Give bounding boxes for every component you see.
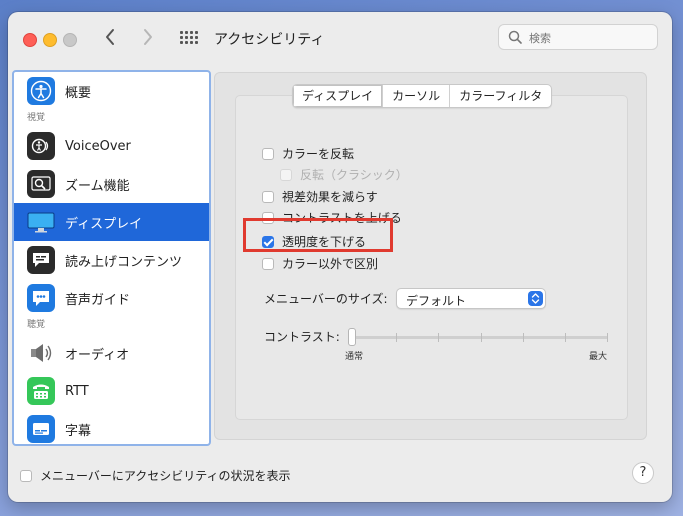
classic-invert-option: 反転（クラシック）	[280, 166, 408, 183]
spoken-content-icon	[27, 246, 55, 274]
voiceover-icon	[27, 132, 55, 160]
section-header-hearing: 聴覚	[27, 320, 46, 330]
chevron-right-icon	[144, 29, 152, 45]
sidebar-item-display[interactable]: ディスプレイ	[14, 203, 209, 241]
show-status-label: メニューバーにアクセシビリティの状況を表示	[40, 469, 291, 483]
titlebar: アクセシビリティ	[8, 12, 672, 64]
accessibility-icon	[27, 77, 55, 105]
sidebar-item-label: VoiceOver	[65, 138, 131, 154]
reduce-motion-label: 視差効果を減らす	[282, 190, 378, 204]
slider-tick	[607, 333, 608, 342]
descriptions-icon	[27, 284, 55, 312]
sidebar-item-label: 読み上げコンテンツ	[65, 254, 183, 270]
slider-tick	[565, 333, 566, 342]
contrast-slider-knob[interactable]	[348, 328, 356, 346]
minimize-button[interactable]	[43, 33, 57, 47]
sidebar-item-label: オーディオ	[65, 347, 130, 363]
search-field[interactable]	[498, 24, 658, 50]
menu-bar-size-select[interactable]: デフォルト	[396, 288, 546, 309]
sidebar: 概要 視覚 VoiceOver ズーム機能 ディスプレイ 読み上げコンテンツ 音…	[12, 70, 211, 446]
invert-colors-label: カラーを反転	[282, 147, 355, 161]
speaker-icon	[27, 339, 55, 367]
sidebar-item-general[interactable]: 概要	[14, 72, 209, 110]
invert-colors-checkbox[interactable]	[262, 147, 274, 160]
search-input[interactable]	[527, 29, 651, 47]
captions-icon	[27, 415, 55, 443]
menu-bar-size-value: デフォルト	[406, 294, 467, 308]
segmented-tabs: ディスプレイ カーソル カラーフィルタ	[292, 84, 553, 108]
slider-tick	[396, 333, 397, 342]
sidebar-item-rtt[interactable]: RTT	[14, 372, 209, 410]
differentiate-without-color-checkbox[interactable]	[262, 257, 274, 270]
slider-tick	[523, 333, 524, 342]
sidebar-item-label: 音声ガイド	[65, 292, 131, 308]
forward-button[interactable]	[142, 28, 154, 49]
sidebar-item-label: ディスプレイ	[65, 216, 143, 232]
tab-cursor[interactable]: カーソル	[382, 85, 449, 107]
back-button[interactable]	[104, 28, 116, 49]
show-all-grid-icon[interactable]	[180, 31, 198, 45]
sidebar-item-descriptions[interactable]: 音声ガイド	[14, 279, 209, 317]
section-header-vision: 視覚	[27, 113, 46, 123]
display-icon	[27, 208, 55, 236]
invert-colors-option[interactable]: カラーを反転	[262, 145, 354, 162]
show-status-checkbox[interactable]	[20, 469, 32, 482]
updown-arrows-icon	[528, 291, 543, 306]
slider-tick	[481, 333, 482, 342]
sidebar-item-label: 概要	[65, 85, 92, 101]
search-icon	[508, 30, 522, 44]
sidebar-item-label: 字幕	[65, 423, 92, 439]
sidebar-item-zoom[interactable]: ズーム機能	[14, 165, 209, 203]
chevron-left-icon	[106, 29, 114, 45]
classic-invert-label: 反転（クラシック）	[300, 168, 408, 182]
classic-invert-checkbox	[280, 168, 292, 181]
reduce-motion-checkbox[interactable]	[262, 190, 274, 203]
differentiate-without-color-option[interactable]: カラー以外で区別	[262, 255, 378, 272]
sidebar-item-audio[interactable]: オーディオ	[14, 334, 209, 372]
annotation-highlight-box	[243, 218, 393, 252]
sidebar-item-voiceover[interactable]: VoiceOver	[14, 127, 209, 165]
sidebar-item-spoken-content[interactable]: 読み上げコンテンツ	[14, 241, 209, 279]
help-button[interactable]: ?	[632, 462, 654, 484]
sidebar-item-label: ズーム機能	[65, 178, 130, 194]
sidebar-item-captions[interactable]: 字幕	[14, 410, 209, 444]
tab-display[interactable]: ディスプレイ	[293, 85, 383, 107]
close-button[interactable]	[23, 33, 37, 47]
sidebar-item-label: RTT	[65, 383, 89, 399]
zoom-button[interactable]	[63, 33, 77, 47]
differentiate-without-color-label: カラー以外で区別	[282, 257, 379, 271]
rtt-icon	[27, 377, 55, 405]
contrast-max-label: 最大	[589, 352, 608, 362]
tab-color-filters[interactable]: カラーフィルタ	[449, 85, 551, 107]
zoom-icon	[27, 170, 55, 198]
window-title: アクセシビリティ	[214, 32, 325, 48]
slider-tick	[438, 333, 439, 342]
show-status-option[interactable]: メニューバーにアクセシビリティの状況を表示	[20, 467, 291, 484]
menu-bar-size-label: メニューバーのサイズ:	[264, 292, 388, 306]
contrast-min-label: 通常	[345, 352, 364, 362]
contrast-slider-track[interactable]	[352, 336, 608, 339]
contrast-label: コントラスト:	[264, 330, 340, 344]
reduce-motion-option[interactable]: 視差効果を減らす	[262, 188, 378, 205]
